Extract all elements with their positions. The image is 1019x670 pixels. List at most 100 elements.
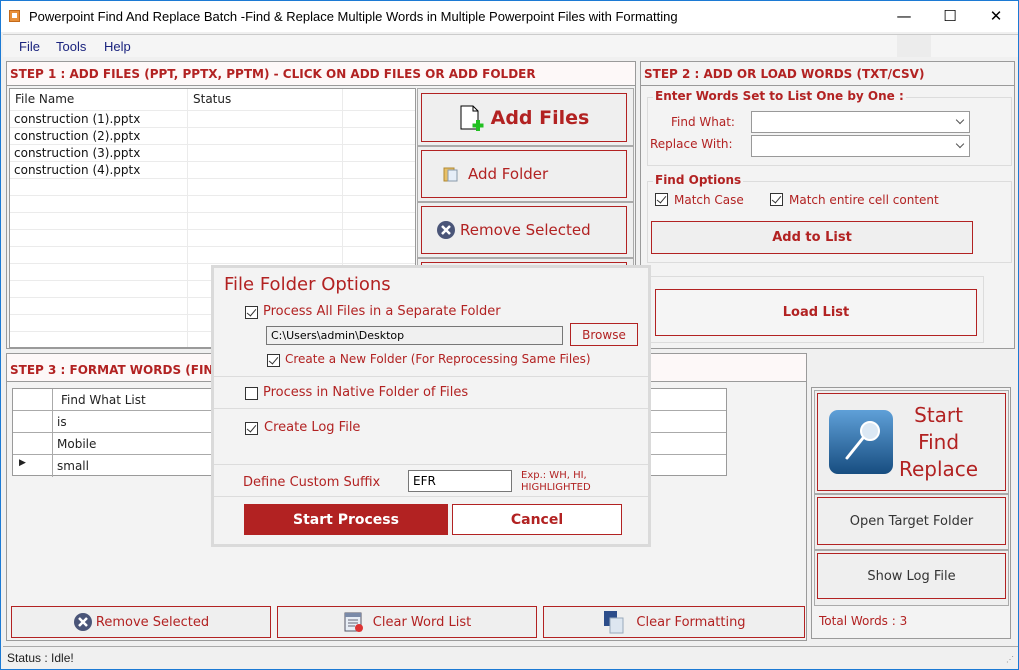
remove-selected-label: Remove Selected [460,221,591,239]
column-status[interactable]: Status [193,92,231,106]
close-button[interactable]: ✕ [973,1,1019,32]
log-file-label: Create Log File [264,420,361,435]
add-folder-label: Add Folder [468,165,549,183]
match-case-label: Match Case [674,193,744,207]
words-set-title: Enter Words Set to List One by One : [653,89,906,103]
separate-folder-label: Process All Files in a Separate Folder [263,304,501,319]
open-target-cell: Open Target Folder [814,494,1009,550]
browse-button[interactable]: Browse [570,323,638,346]
suffix-hint-line1: Exp.: WH, HI, [521,470,587,481]
chevron-down-icon[interactable] [955,115,965,125]
file-row[interactable]: construction (1).pptx [10,111,415,128]
file-name: construction (1).pptx [14,112,141,126]
open-target-folder-button[interactable]: Open Target Folder [817,497,1006,545]
remove-icon [73,613,92,631]
new-folder-checkbox[interactable] [267,354,280,367]
search-icon [829,410,893,474]
status-bar: Status : Idle! ⋰ [3,646,1018,669]
resize-grip-icon[interactable]: ⋰ [1006,655,1014,664]
native-folder-label: Process in Native Folder of Files [263,385,469,400]
step2-header: STEP 2 : ADD OR LOAD WORDS (TXT/CSV) [641,62,1014,86]
dialog-title: File Folder Options [224,274,391,295]
clear-formatting-icon [604,611,624,634]
word-row[interactable]: Mobile [57,437,96,451]
title-bar: Powerpoint Find And Replace Batch -Find … [1,1,1018,32]
add-to-list-button[interactable]: Add to List [651,221,973,254]
minimize-button[interactable]: — [881,1,927,32]
empty-row [10,230,415,247]
replace-with-label: Replace With: [650,137,733,151]
divider [214,408,648,409]
start-label: Start [914,402,963,427]
suffix-label: Define Custom Suffix [243,475,381,490]
file-row[interactable]: construction (2).pptx [10,128,415,145]
add-files-cell: Add Files [417,88,634,146]
match-cell-checkbox[interactable] [770,193,783,206]
add-file-icon [460,105,484,131]
log-file-checkbox[interactable] [245,422,258,435]
clear-formatting-label: Clear Formatting [636,614,746,630]
suffix-hint-line2: HIGHLIGHTED [521,482,591,493]
file-row[interactable]: construction (3).pptx [10,145,415,162]
remove-selected-words-button[interactable]: Remove Selected [11,606,271,638]
show-log-file-button[interactable]: Show Log File [817,553,1006,599]
file-name: construction (2).pptx [14,129,141,143]
load-list-button[interactable]: Load List [655,289,977,336]
suffix-input[interactable]: EFR [408,470,512,492]
app-window: Powerpoint Find And Replace Batch -Find … [0,0,1019,670]
column-find-what-list[interactable]: Find What List [61,393,146,407]
file-name: construction (4).pptx [14,163,141,177]
empty-row [10,196,415,213]
file-name: construction (3).pptx [14,146,141,160]
word-row[interactable]: is [57,415,67,429]
word-row[interactable]: small [57,459,89,473]
replace-with-combo[interactable] [751,135,970,157]
start-label-block: Start Find Replace [899,402,978,483]
native-folder-checkbox[interactable] [245,387,258,400]
folder-icon [443,167,458,182]
find-label: Find [918,429,960,454]
cancel-button[interactable]: Cancel [452,504,622,535]
file-row[interactable]: construction (4).pptx [10,162,415,179]
separate-folder-checkbox[interactable] [245,306,258,319]
column-file-name[interactable]: File Name [15,92,74,106]
clear-formatting-button[interactable]: Clear Formatting [543,606,805,638]
remove-icon [437,221,455,239]
remove-selected-words-label: Remove Selected [95,614,210,630]
status-text: Status : Idle! [7,651,74,665]
maximize-button[interactable]: ☐ [927,1,973,32]
start-find-replace-button[interactable]: Start Find Replace [817,393,1006,491]
menu-spacer [897,35,931,57]
add-files-button[interactable]: Add Files [421,93,627,142]
file-list-header: File Name Status [10,89,415,111]
file-folder-options-dialog: File Folder Options Process All Files in… [211,265,651,547]
replace-label: Replace [899,456,979,481]
remove-selected-files-button[interactable]: Remove Selected [421,206,627,254]
match-case-checkbox[interactable] [655,193,668,206]
clear-word-list-button[interactable]: Clear Word List [277,606,537,638]
actions-panel: Start Find Replace Open Target Folder Sh… [811,387,1011,639]
clear-word-list-label: Clear Word List [372,614,472,630]
empty-row [10,179,415,196]
menu-tools[interactable]: Tools [56,39,86,54]
divider [214,376,648,377]
menu-file[interactable]: File [19,39,40,54]
chevron-down-icon[interactable] [955,139,965,149]
add-folder-button[interactable]: Add Folder [421,150,627,198]
divider [214,464,648,465]
add-folder-cell: Add Folder [417,146,634,202]
divider [214,496,648,497]
remove-selected-cell: Remove Selected [417,202,634,258]
find-what-combo[interactable] [751,111,970,133]
step2-panel: STEP 2 : ADD OR LOAD WORDS (TXT/CSV) Ent… [640,61,1015,349]
add-files-label: Add Files [490,106,590,129]
start-process-button[interactable]: Start Process [244,504,448,535]
show-log-cell: Show Log File [814,550,1009,606]
menu-help[interactable]: Help [104,39,131,54]
empty-row [10,213,415,230]
match-cell-label: Match entire cell content [789,193,939,207]
new-folder-label: Create a New Folder (For Reprocessing Sa… [285,352,591,366]
current-row-indicator-icon: ▶ [19,458,26,468]
start-cell: Start Find Replace [814,390,1009,494]
output-path-field[interactable]: C:\Users\admin\Desktop [266,326,563,345]
